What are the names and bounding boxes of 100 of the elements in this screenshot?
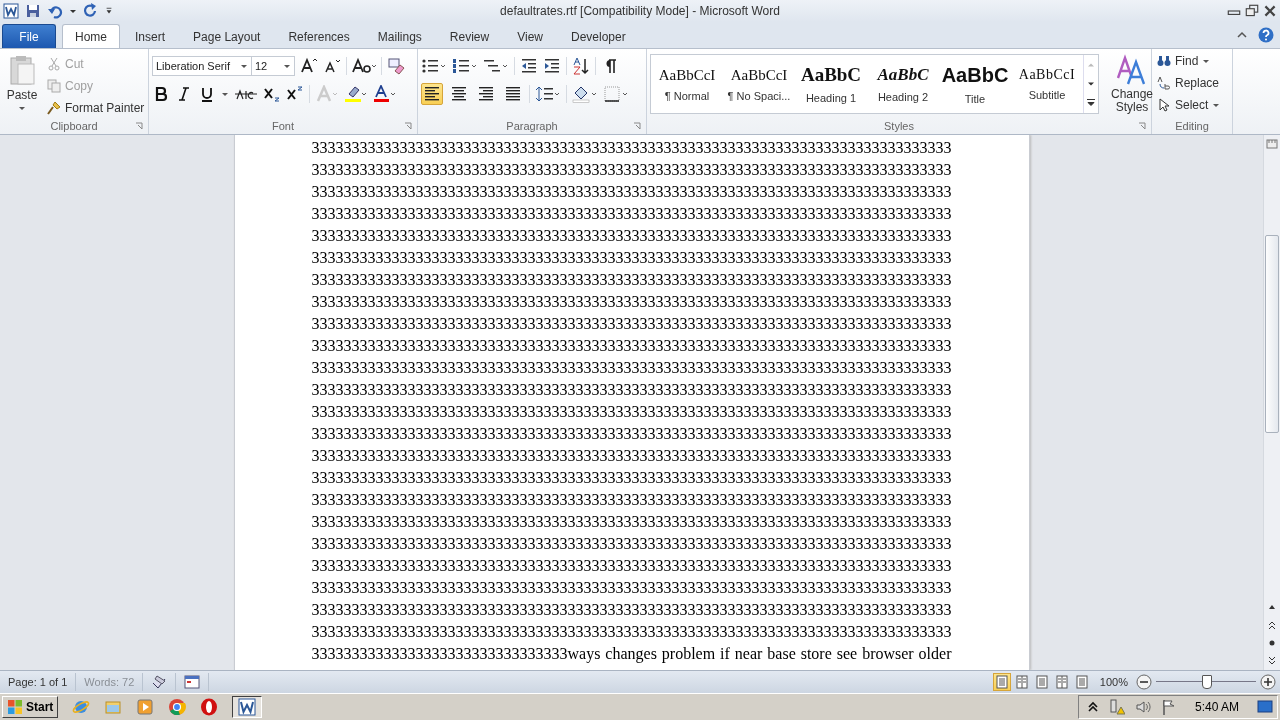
help-icon[interactable] — [1258, 27, 1274, 43]
text-line: 33333333333333333333333333333333333333333333333333333333333333333333333333333333 — [311, 512, 952, 532]
style-item[interactable]: AaBbC Heading 2 — [867, 55, 939, 113]
macro-icon[interactable] — [184, 674, 201, 690]
shrink-font-icon[interactable] — [323, 57, 341, 75]
show-hidden-icons-icon[interactable] — [1086, 701, 1099, 713]
ribbon-tab[interactable]: Home — [62, 24, 120, 48]
zoom-out-icon[interactable] — [1136, 674, 1152, 690]
view-button[interactable] — [992, 673, 1011, 691]
style-item[interactable]: AaBbCcI Subtitle — [1011, 55, 1083, 113]
media-player-icon[interactable] — [136, 698, 155, 716]
dialog-launcher-icon[interactable] — [404, 122, 412, 130]
font-family-field[interactable]: Liberation Serif — [152, 56, 252, 76]
vertical-scrollbar[interactable] — [1263, 135, 1280, 670]
ribbon-tab[interactable]: Review — [436, 24, 503, 48]
format-painter-button[interactable]: Format Painter — [45, 98, 147, 118]
font-size-field[interactable]: 12 — [251, 56, 295, 76]
shading-icon[interactable] — [572, 85, 598, 103]
dialog-launcher-icon[interactable] — [633, 122, 641, 130]
ribbon-tab[interactable]: Insert — [122, 24, 179, 48]
start-button[interactable]: Start — [2, 696, 59, 718]
paste-button[interactable]: Paste — [3, 52, 41, 118]
style-item[interactable]: AaBbC Heading 1 — [795, 55, 867, 113]
replace-icon — [1157, 76, 1171, 90]
restore-icon[interactable] — [1244, 4, 1260, 18]
ribbon-tab[interactable]: Developer — [557, 24, 639, 48]
proofing-icon[interactable] — [151, 674, 168, 690]
zoom-in-icon[interactable] — [1260, 674, 1276, 690]
text-line: 33333333333333333333333333333333333333333333333333333333333333333333333333333333 — [311, 490, 952, 510]
ruler-icon[interactable] — [1264, 137, 1280, 151]
close-icon[interactable] — [1262, 4, 1278, 18]
text-line: 33333333333333333333333333333333333333333333333333333333333333333333333333333333 — [311, 226, 952, 246]
decrease-indent-icon[interactable] — [520, 57, 538, 75]
save-icon[interactable] — [25, 3, 41, 19]
taskbar-word-button[interactable] — [232, 696, 263, 718]
style-item[interactable]: AaBbCcI ¶ No Spaci... — [723, 55, 795, 113]
text-line: 33333333333333333333333333333333333333333333333333333333333333333333333333333333 — [311, 336, 952, 356]
dropdown-arrow-icon[interactable] — [69, 7, 77, 15]
style-item[interactable]: AaBbCcI ¶ Normal — [651, 55, 723, 113]
text-line: 33333333333333333333333333333333333333333333333333333333333333333333333333333333 — [311, 380, 952, 400]
dialog-launcher-icon[interactable] — [1138, 122, 1146, 130]
dropdown-arrow-icon[interactable] — [221, 90, 229, 98]
group-label: Styles — [884, 120, 914, 132]
dropdown-arrow-icon — [283, 62, 291, 70]
line-spacing-icon[interactable] — [535, 85, 561, 103]
page-view-icon — [1014, 675, 1029, 689]
redo-icon[interactable] — [83, 3, 99, 19]
word-icon[interactable] — [3, 3, 19, 19]
ribbon-tab[interactable]: Page Layout — [180, 24, 274, 48]
dropdown-arrow-icon — [18, 104, 26, 112]
page-count[interactable]: Page: 1 of 1 — [0, 673, 77, 691]
clear-formatting-icon[interactable] — [387, 57, 405, 75]
dialog-launcher-icon[interactable] — [135, 122, 143, 130]
zoom-level[interactable]: 100% — [1091, 676, 1136, 688]
flag-icon[interactable] — [1160, 699, 1177, 715]
borders-icon[interactable] — [603, 85, 629, 103]
group-label: Editing — [1175, 120, 1209, 132]
speaker-icon[interactable] — [1134, 699, 1151, 715]
zoom-slider[interactable] — [1156, 674, 1256, 690]
change-case-icon[interactable] — [352, 57, 376, 75]
letters-icon — [1116, 54, 1148, 86]
text-line: 33333333333333333333333333333333333333333333333333333333333333333333333333333333 — [311, 446, 952, 466]
alignment-icon — [504, 85, 522, 103]
page-view-icon — [1054, 675, 1069, 689]
sort-icon[interactable] — [572, 57, 590, 75]
customize-toolbar-icon[interactable] — [105, 7, 113, 15]
alignment-icon — [423, 85, 441, 103]
zoom-slider-thumb[interactable] — [1202, 675, 1212, 689]
dropdown-arrow-icon — [1212, 101, 1221, 109]
undo-icon[interactable] — [47, 3, 63, 19]
pointer-icon — [1157, 98, 1171, 112]
font-color-icon[interactable] — [373, 85, 397, 103]
increase-indent-icon[interactable] — [543, 57, 561, 75]
network-warning-icon[interactable] — [1108, 699, 1125, 715]
highlight-icon[interactable] — [344, 85, 368, 103]
align-left-button[interactable] — [421, 83, 443, 105]
chrome-icon[interactable] — [168, 698, 187, 716]
ribbon-tab[interactable]: Mailings — [364, 24, 435, 48]
scissors-icon — [47, 57, 61, 71]
ribbon-tab[interactable]: View — [504, 24, 556, 48]
file-tab[interactable]: File — [2, 24, 56, 48]
text-line: 33333333333333333333333333333333333333333333333333333333333333333333333333333333 — [311, 468, 952, 488]
text-line: 33333333333333333333333333333333333333333333333333333333333333333333333333333333 — [311, 204, 952, 224]
text-line: 33333333333333333333333333333333333333333333333333333333333333333333333333333333 — [311, 292, 952, 312]
clock[interactable]: 5:40 AM — [1194, 700, 1239, 714]
numbering-icon[interactable] — [452, 57, 478, 75]
multilevel-list-icon[interactable] — [483, 57, 509, 75]
alignment-icon — [477, 85, 495, 103]
text-line: 33333333333333333333333333333333333333333333333333333333333333333333333333333333 — [311, 534, 952, 554]
opera-icon[interactable] — [200, 698, 219, 716]
word-icon — [238, 698, 257, 716]
text-line: 33333333333333333333333333333333333333333333333333333333333333333333333333333333 — [311, 622, 952, 642]
grow-font-icon[interactable] — [300, 57, 318, 75]
show-desktop-icon[interactable] — [1257, 699, 1273, 715]
text-line: 33333333333333333333333333333333333333333333333333333333333333333333333333333333 — [311, 424, 952, 444]
group-label: Paragraph — [506, 120, 558, 132]
style-item[interactable]: AaBbC Title — [939, 55, 1011, 113]
ribbon-tab[interactable]: References — [275, 24, 363, 48]
bullets-icon[interactable] — [421, 57, 447, 75]
text-line: 33333333333333333333333333333333ways changes problem if near base store see browser older — [311, 644, 952, 665]
